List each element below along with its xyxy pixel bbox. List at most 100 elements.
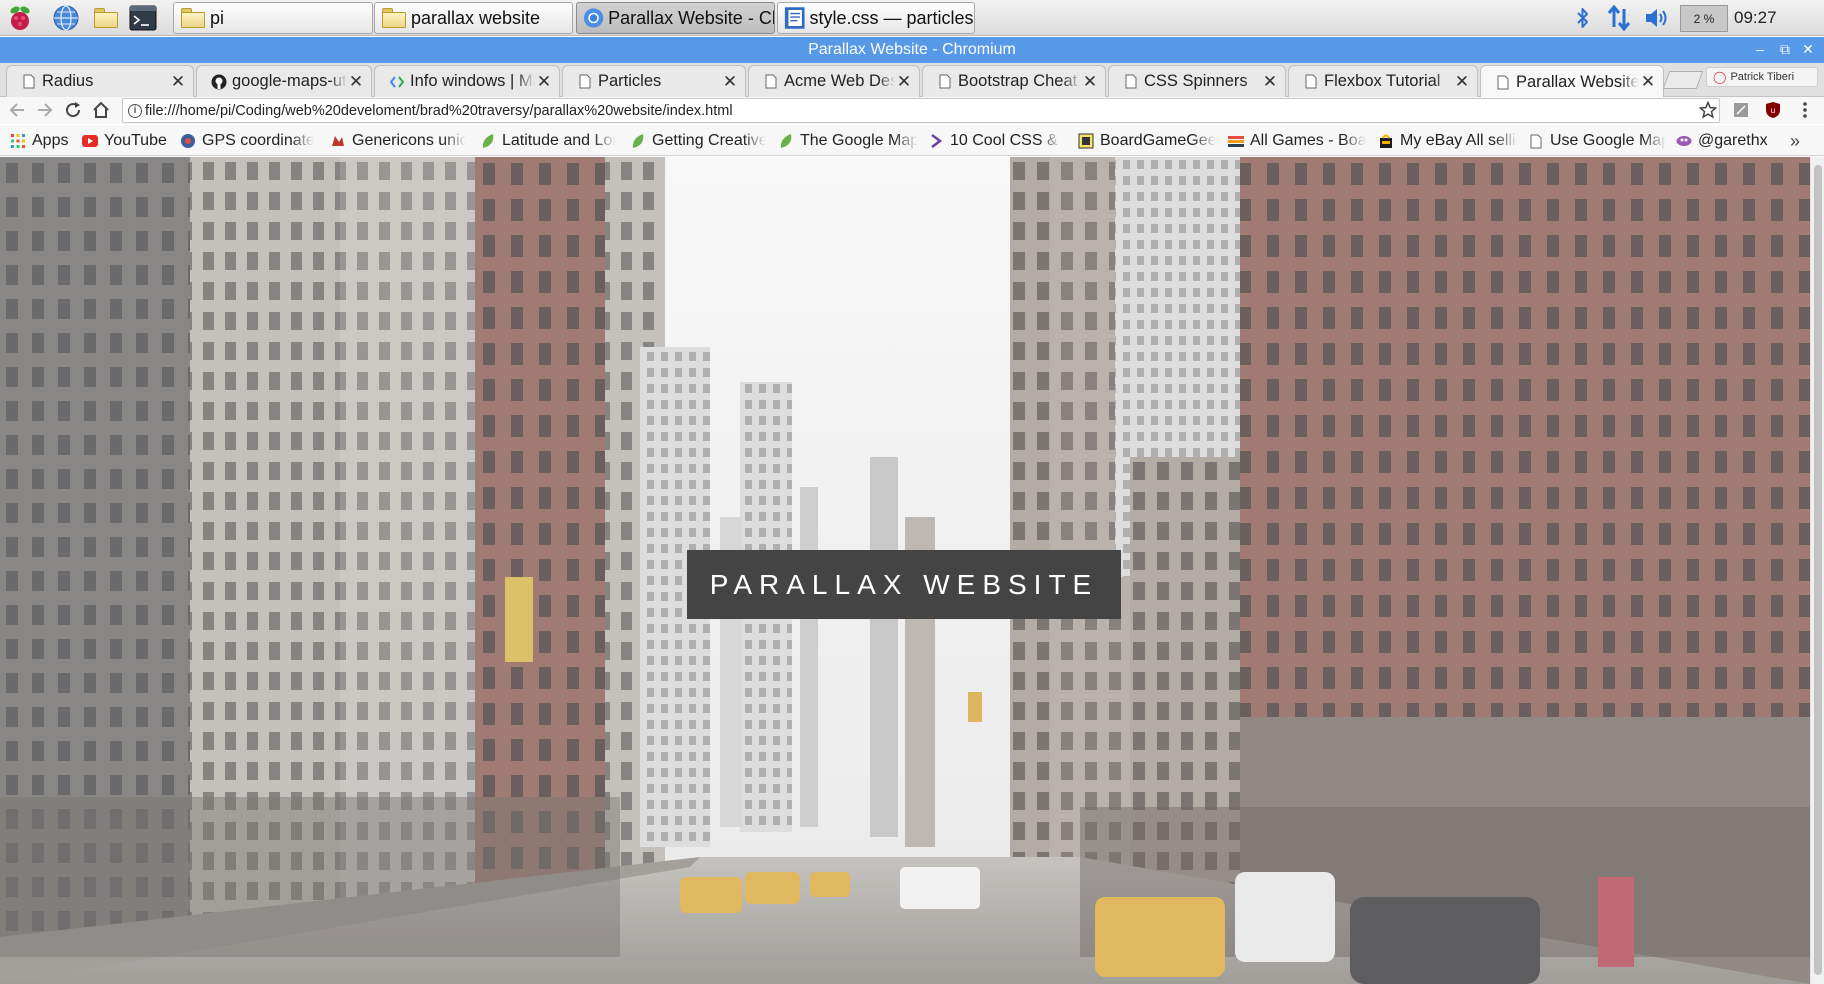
close-tab-icon[interactable]: ✕ (1453, 72, 1471, 91)
bookmark-genericons[interactable]: Genericons unicode (330, 130, 466, 152)
bookmark-all-games[interactable]: All Games - Board (1228, 130, 1366, 152)
close-tab-icon[interactable]: ✕ (1261, 72, 1279, 91)
bookmark-latitude-longitude[interactable]: Latitude and Longitude (480, 130, 616, 152)
terminal-icon[interactable] (127, 3, 159, 33)
bookmark-label: YouTube (104, 132, 167, 149)
bookmark-boardgamegeek[interactable]: BoardGameGeek (1078, 130, 1216, 152)
tab-parallax-website[interactable]: Parallax Website ✕ (1480, 65, 1664, 98)
network-transfer-icon[interactable] (1604, 0, 1634, 36)
tab-label: Bootstrap Cheat Sheet (958, 72, 1081, 90)
back-icon[interactable] (6, 99, 28, 121)
tab-acme-web-design[interactable]: Acme Web Design ✕ (748, 65, 920, 97)
cpu-monitor[interactable]: 2 % (1680, 5, 1728, 32)
page-icon (21, 74, 37, 90)
tab-bootstrap-cheat-sheet[interactable]: Bootstrap Cheat Sheet ✕ (922, 65, 1106, 97)
bookmark-label: BoardGameGeek (1100, 132, 1216, 149)
chromium-icon (583, 8, 604, 28)
forward-icon[interactable] (34, 99, 56, 121)
close-tab-icon[interactable]: ✕ (535, 72, 553, 91)
ublock-icon[interactable]: u (1762, 99, 1784, 121)
bookmarks-overflow-icon[interactable]: » (1790, 130, 1810, 152)
page-icon (937, 74, 953, 90)
tab-label: google-maps-utility (232, 72, 347, 90)
close-tab-icon[interactable]: ✕ (895, 72, 913, 91)
tab-info-windows[interactable]: Info windows | Maps ✕ (374, 65, 560, 97)
folder-icon (180, 7, 206, 29)
taskbar-window-label: Parallax Website - Ch... (608, 7, 774, 28)
bookmark-youtube[interactable]: YouTube (82, 130, 172, 152)
svg-text:u: u (1771, 106, 1775, 115)
bookmark-label: Latitude and Longitude (502, 132, 616, 149)
profile-name: Patrick Tiberi (1730, 71, 1795, 83)
bookmark-label: GPS coordinates (202, 132, 314, 149)
close-tab-icon[interactable]: ✕ (169, 72, 187, 91)
page-scrollbar[interactable] (1810, 157, 1824, 984)
scrollbar-thumb[interactable] (1814, 165, 1822, 975)
close-tab-icon[interactable]: ✕ (347, 72, 365, 91)
page-viewport[interactable]: PARALLAX WEBSITE (0, 157, 1810, 984)
cpu-usage-text: 2 % (1693, 11, 1715, 26)
tab-label: CSS Spinners (1144, 72, 1248, 90)
close-tab-icon[interactable]: ✕ (721, 72, 739, 91)
gps-icon (180, 133, 196, 149)
taskbar-window-parallax-folder[interactable]: parallax website (374, 2, 573, 34)
menu-kebab-icon[interactable] (1794, 99, 1816, 121)
new-tab-button[interactable] (1662, 71, 1704, 89)
web-browser-icon[interactable] (50, 3, 82, 33)
tab-css-spinners[interactable]: CSS Spinners ✕ (1108, 65, 1286, 97)
address-bar[interactable]: i file:///home/pi/Coding/web%20develomen… (122, 98, 1720, 123)
home-icon[interactable] (90, 99, 112, 121)
page-icon (1528, 133, 1544, 149)
volume-icon[interactable] (1642, 0, 1672, 36)
bookmarks-bar: Apps YouTube GPS coordinates Genericons … (0, 125, 1824, 156)
taskbar-window-label: pi (210, 7, 225, 28)
leaf-icon (778, 133, 794, 149)
folder-icon (381, 7, 407, 29)
bookmark-cool-css-js[interactable]: 10 Cool CSS & JS (928, 130, 1062, 152)
purple-logo-icon (928, 133, 944, 149)
reload-icon[interactable] (62, 99, 84, 121)
minimize-icon[interactable]: – (1750, 39, 1770, 59)
close-tab-icon[interactable]: ✕ (1639, 73, 1657, 91)
taskbar-window-label: style.css — particles ... (809, 7, 974, 28)
bookmark-label: My eBay All selling (1400, 132, 1518, 149)
bookmark-google-maps[interactable]: The Google Maps (778, 130, 918, 152)
tab-flexbox-tutorial[interactable]: Flexbox Tutorial ✕ (1288, 65, 1478, 97)
extension-icon[interactable] (1730, 99, 1752, 121)
genericons-icon (330, 133, 346, 149)
bluetooth-icon[interactable] (1569, 0, 1597, 36)
taskbar-window-chromium[interactable]: Parallax Website - Ch... (576, 2, 775, 34)
tab-google-maps-utility[interactable]: google-maps-utility ✕ (196, 65, 372, 97)
close-tab-icon[interactable]: ✕ (1081, 72, 1099, 91)
restore-icon[interactable]: ⧉ (1775, 39, 1795, 59)
tab-label: Info windows | Maps (410, 72, 535, 90)
bookmark-garethx[interactable]: @garethx (1676, 130, 1780, 152)
clock[interactable]: 09:27 (1734, 8, 1777, 28)
hero-title: PARALLAX WEBSITE (709, 568, 1099, 600)
window-title: Parallax Website - Chromium (808, 41, 1016, 58)
tab-radius[interactable]: Radius ✕ (6, 65, 194, 97)
bookmark-star-icon[interactable] (1697, 99, 1719, 121)
page-info-icon[interactable]: i (128, 104, 142, 118)
taskbar-window-pi[interactable]: pi (173, 2, 373, 34)
bookmark-getting-creative[interactable]: Getting Creative (630, 130, 766, 152)
bookmark-gps-coordinates[interactable]: GPS coordinates (180, 130, 314, 152)
tab-strip: Radius ✕ google-maps-utility ✕ Info wind… (0, 63, 1824, 98)
bookmark-apps[interactable]: Apps (10, 130, 70, 152)
profile-button[interactable]: ◯ Patrick Tiberi (1706, 67, 1818, 87)
taskbar-window-label: parallax website (411, 7, 541, 28)
bookmark-label: @garethx (1698, 132, 1768, 149)
bookmark-my-ebay[interactable]: My eBay All selling (1378, 130, 1518, 152)
ebay-icon (1378, 133, 1394, 149)
taskbar-window-text-editor[interactable]: style.css — particles ... (777, 2, 975, 34)
google-dev-icon (389, 74, 405, 90)
leaf-icon (480, 133, 496, 149)
close-window-icon[interactable]: ✕ (1798, 39, 1818, 59)
os-taskbar: pi parallax website Parallax Website - C… (0, 0, 1824, 36)
tab-particles[interactable]: Particles ✕ (562, 65, 746, 97)
hero-title-box: PARALLAX WEBSITE (687, 550, 1121, 619)
raspberry-menu-icon[interactable] (4, 3, 36, 33)
tab-label: Flexbox Tutorial (1324, 72, 1441, 90)
file-manager-icon[interactable] (90, 3, 122, 33)
bookmark-use-google-maps[interactable]: Use Google Maps (1528, 130, 1666, 152)
